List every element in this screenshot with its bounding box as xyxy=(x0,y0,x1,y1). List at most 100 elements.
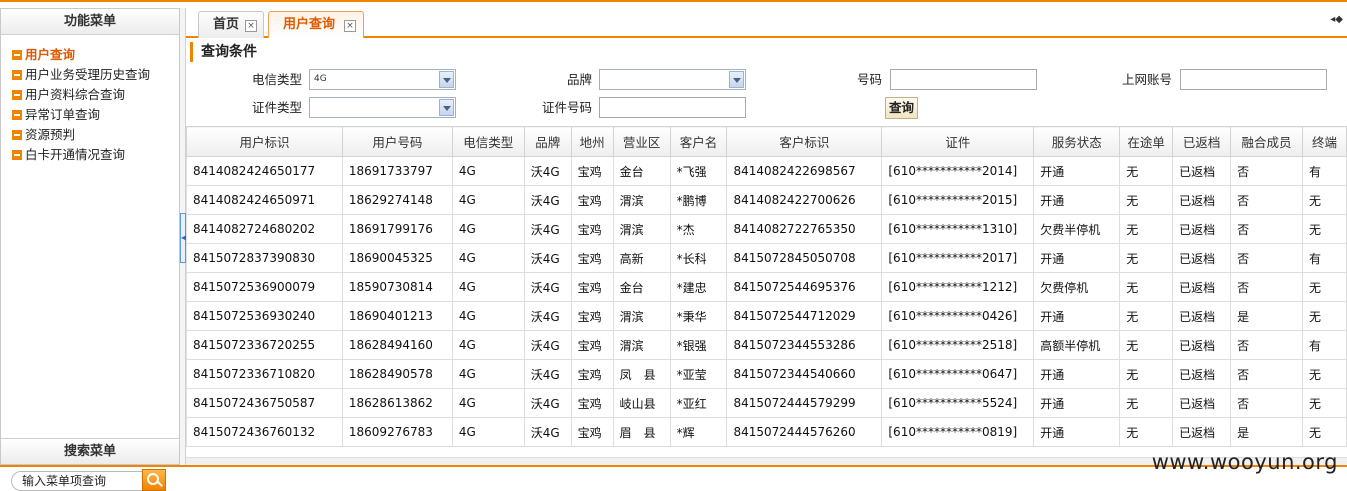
query-button[interactable]: 查询 xyxy=(885,97,919,119)
table-row[interactable]: 8415072536900079 18590730814 4G 沃4G 宝鸡 金台 *建忠 8… xyxy=(186,272,1347,302)
table-cell: 有 xyxy=(1302,330,1347,360)
table-cell: [610***********2017] xyxy=(881,243,1035,273)
table-cell: 8415072344553286 xyxy=(726,330,883,360)
chevron-down-icon xyxy=(729,71,744,88)
sidebar-item-profile-query[interactable]: 用户资料综合查询 xyxy=(1,85,179,105)
tab-scroll-icon[interactable]: ◂◆ xyxy=(1330,14,1343,25)
sidebar-item-resource-forecast[interactable]: 资源预判 xyxy=(1,125,179,145)
table-row[interactable]: 8414082424650971 18629274148 4G 沃4G 宝鸡 渭滨 *鹏博 8… xyxy=(186,185,1347,215)
table-cell: 宝鸡 xyxy=(570,185,614,215)
table-row[interactable]: 8415072837390830 18690045325 4G 沃4G 宝鸡 高新 *长科 8… xyxy=(186,243,1347,273)
table-cell: 4G xyxy=(451,417,525,447)
table-row[interactable]: 8414082424650177 18691733797 4G 沃4G 宝鸡 金台 *飞强 8… xyxy=(186,156,1347,186)
table-cell: 8415072344540660 xyxy=(726,359,883,389)
table-cell: 开通 xyxy=(1033,301,1121,331)
telecom-type-value: 4G xyxy=(314,74,327,84)
table-cell: 无 xyxy=(1119,272,1174,302)
net-account-input[interactable] xyxy=(1180,69,1327,90)
table-row[interactable]: 8415072436750587 18628613862 4G 沃4G 宝鸡 岐山县 *亚红… xyxy=(186,388,1347,418)
table-row[interactable]: 8415072536930240 18690401213 4G 沃4G 宝鸡 渭滨 *秉华 8… xyxy=(186,301,1347,331)
tab-label: 用户查询 xyxy=(283,17,336,32)
telecom-type-label: 电信类型 xyxy=(251,72,302,87)
bottom-bar: 输入菜单项查询 xyxy=(0,465,1347,491)
table-cell: [610***********0426] xyxy=(881,301,1035,331)
close-icon[interactable]: × xyxy=(344,20,356,32)
table-cell: 已返档 xyxy=(1172,301,1232,331)
table-cell: 否 xyxy=(1230,359,1303,389)
menu-search-input[interactable]: 输入菜单项查询 xyxy=(11,471,143,491)
table-cell: 否 xyxy=(1230,388,1303,418)
table-cell: 沃4G xyxy=(523,272,572,302)
sidebar-item-user-query[interactable]: 用户查询 xyxy=(1,45,179,65)
column-header[interactable]: 品牌 xyxy=(523,126,572,157)
table-cell: 否 xyxy=(1230,185,1303,215)
column-header[interactable]: 证件 xyxy=(881,126,1035,157)
number-input[interactable] xyxy=(890,69,1037,90)
table-row[interactable]: 8415072336710820 18628490578 4G 沃4G 宝鸡凤 县 *亚莹… xyxy=(186,359,1347,389)
close-icon[interactable]: × xyxy=(245,20,257,32)
column-header[interactable]: 在途单 xyxy=(1119,126,1174,157)
table-cell: 是 xyxy=(1230,301,1303,331)
table-cell: [610***********2014] xyxy=(881,156,1035,186)
column-header[interactable]: 客户名 xyxy=(669,126,728,157)
table-cell: *秉华 xyxy=(669,301,728,331)
table-cell: *亚红 xyxy=(669,388,728,418)
table-cell: 8415072336720255 xyxy=(186,330,343,360)
table-cell: *飞强 xyxy=(669,156,728,186)
table-cell: 沃4G xyxy=(523,301,572,331)
table-cell: *亚莹 xyxy=(669,359,728,389)
table-cell: 8415072436760132 xyxy=(186,417,343,447)
brand-select[interactable] xyxy=(599,69,746,90)
table-row[interactable]: 8415072336720255 18628494160 4G 沃4G 宝鸡 渭滨 *银强 8… xyxy=(186,330,1347,360)
sidebar-item-business-history[interactable]: 用户业务受理历史查询 xyxy=(1,65,179,85)
column-header[interactable]: 服务状态 xyxy=(1033,126,1121,157)
search-icon[interactable] xyxy=(142,469,166,491)
cert-type-select[interactable] xyxy=(309,97,456,118)
telecom-type-select[interactable]: 4G xyxy=(309,69,456,90)
table-cell: 无 xyxy=(1302,272,1347,302)
table-cell: *鹏博 xyxy=(669,185,728,215)
table-cell: 18691733797 xyxy=(341,156,453,186)
table-cell: 已返档 xyxy=(1172,272,1232,302)
number-label: 号码 xyxy=(856,72,882,87)
column-header[interactable]: 用户标识 xyxy=(186,126,343,157)
top-accent-line xyxy=(0,0,1347,8)
menu-bullet-icon xyxy=(12,130,22,140)
column-header[interactable]: 已返档 xyxy=(1172,126,1232,157)
sidebar-title: 功能菜单 xyxy=(1,9,179,35)
table-cell: 已返档 xyxy=(1172,185,1232,215)
table-cell: 渭滨 xyxy=(612,185,671,215)
table-cell: 8415072845050708 xyxy=(726,243,883,273)
sidebar-item-abnormal-orders[interactable]: 异常订单查询 xyxy=(1,105,179,125)
table-cell: 8415072444579299 xyxy=(726,388,883,418)
table-cell: 18590730814 xyxy=(341,272,453,302)
column-header[interactable]: 地州 xyxy=(570,126,614,157)
table-cell: 8414082422700626 xyxy=(726,185,883,215)
table-cell: 18629274148 xyxy=(341,185,453,215)
column-header[interactable]: 电信类型 xyxy=(451,126,525,157)
table-cell: 4G xyxy=(451,156,525,186)
table-cell: 宝鸡 xyxy=(570,388,614,418)
column-header[interactable]: 融合成员 xyxy=(1230,126,1303,157)
sidebar-item-blank-card[interactable]: 白卡开通情况查询 xyxy=(1,145,179,165)
table-cell: 无 xyxy=(1119,417,1174,447)
table-row[interactable]: 8415072436760132 18609276783 4G 沃4G 宝鸡眉 县 *辉 8… xyxy=(186,417,1347,447)
tab-home[interactable]: 首页 × xyxy=(198,11,264,38)
table-cell: 8415072436750587 xyxy=(186,388,343,418)
column-header[interactable]: 客户标识 xyxy=(726,126,883,157)
table-cell: [610***********0819] xyxy=(881,417,1035,447)
table-cell: 宝鸡 xyxy=(570,156,614,186)
table-cell: 无 xyxy=(1302,301,1347,331)
table-cell: 有 xyxy=(1302,156,1347,186)
section-title: 查询条件 xyxy=(190,42,257,62)
tab-user-query[interactable]: 用户查询 × xyxy=(268,11,364,38)
cert-number-label: 证件号码 xyxy=(541,100,592,115)
column-header[interactable]: 用户号码 xyxy=(341,126,453,157)
column-header[interactable]: 营业区 xyxy=(612,126,671,157)
table-row[interactable]: 8414082724680202 18691799176 4G 沃4G 宝鸡 渭滨 *杰 84… xyxy=(186,214,1347,244)
cert-number-input[interactable] xyxy=(599,97,746,118)
table-cell: [610***********5524] xyxy=(881,388,1035,418)
table-cell: [610***********1212] xyxy=(881,272,1035,302)
column-header[interactable]: 终端 xyxy=(1302,126,1347,157)
table-cell: *长科 xyxy=(669,243,728,273)
